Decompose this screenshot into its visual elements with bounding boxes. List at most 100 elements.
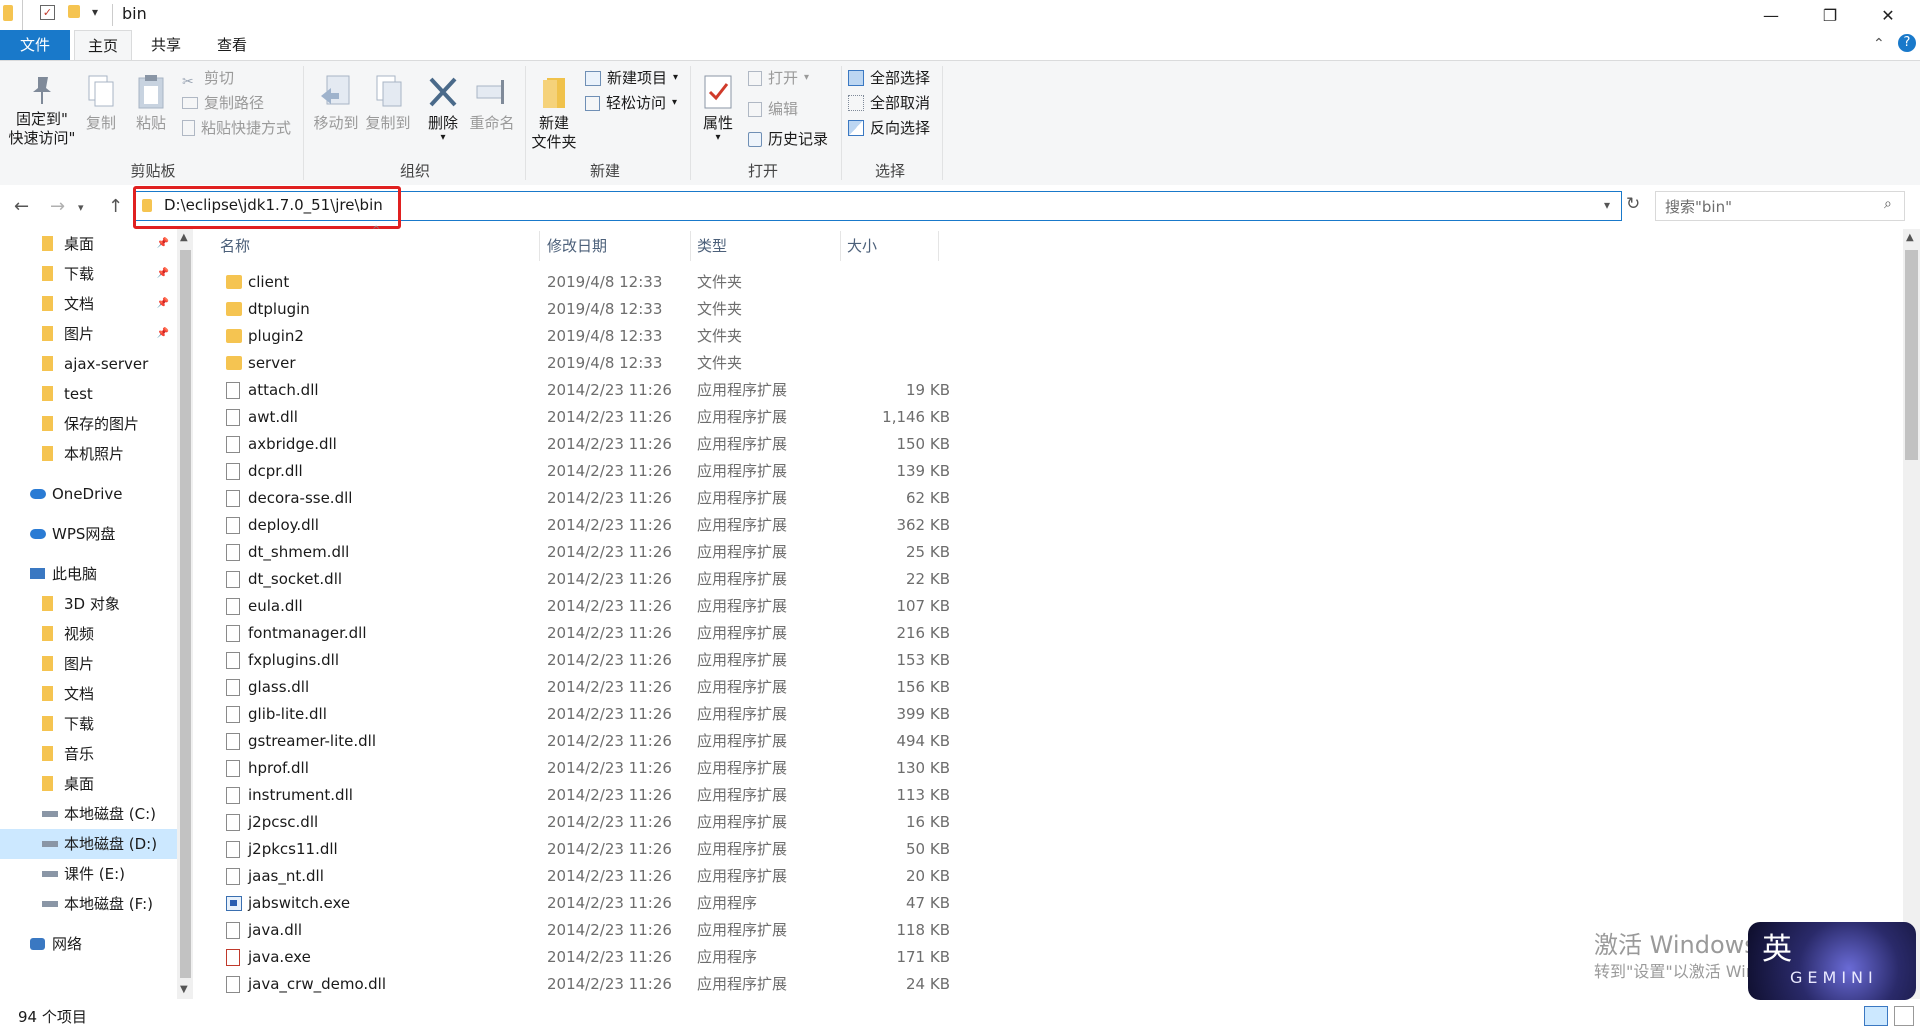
invert-selection-button[interactable]: 反向选择 bbox=[848, 116, 930, 140]
file-row[interactable]: java.exe 2014/2/23 11:26 应用程序 171 KB bbox=[218, 944, 950, 971]
collapse-ribbon-icon[interactable]: ⌃ bbox=[1873, 36, 1885, 52]
sidebar-item[interactable]: 文档 📌 bbox=[0, 289, 177, 319]
sidebar-item[interactable]: 本机照片 bbox=[0, 439, 177, 469]
sidebar-item[interactable]: 网络 bbox=[0, 929, 177, 959]
file-row[interactable]: j2pkcs11.dll 2014/2/23 11:26 应用程序扩展 50 KB bbox=[218, 836, 950, 863]
properties-quick-icon[interactable]: ✓ bbox=[40, 5, 55, 20]
scroll-up-arrow-icon[interactable]: ▲ bbox=[180, 232, 188, 243]
copy-button[interactable]: 复制 bbox=[80, 64, 122, 133]
new-item-button[interactable]: 新建项目 ▾ bbox=[585, 66, 678, 90]
column-divider[interactable] bbox=[690, 231, 691, 261]
file-row[interactable]: fxplugins.dll 2014/2/23 11:26 应用程序扩展 153 KB bbox=[218, 647, 950, 674]
sidebar-item[interactable]: 视频 bbox=[0, 619, 177, 649]
move-to-button[interactable]: 移动到 bbox=[310, 64, 362, 133]
customize-quick-access-icon[interactable]: ▾ bbox=[92, 5, 98, 19]
copy-path-button[interactable]: 复制路径 bbox=[182, 91, 264, 115]
file-row[interactable]: eula.dll 2014/2/23 11:26 应用程序扩展 107 KB bbox=[218, 593, 950, 620]
edit-button[interactable]: 编辑 bbox=[748, 97, 798, 121]
sidebar-item[interactable]: 桌面 bbox=[0, 769, 177, 799]
file-row[interactable]: decora-sse.dll 2014/2/23 11:26 应用程序扩展 62 KB bbox=[218, 485, 950, 512]
search-icon[interactable]: ⌕ bbox=[1884, 196, 1892, 212]
file-row[interactable]: java.dll 2014/2/23 11:26 应用程序扩展 118 KB bbox=[218, 917, 950, 944]
sidebar-item[interactable]: 图片 bbox=[0, 649, 177, 679]
refresh-icon[interactable]: ↻ bbox=[1626, 194, 1640, 214]
new-folder-button[interactable]: 新建 文件夹 bbox=[528, 64, 580, 152]
column-header-name[interactable]: 名称 bbox=[220, 231, 250, 261]
sidebar-item[interactable]: 保存的图片 bbox=[0, 409, 177, 439]
file-scrollbar-thumb[interactable] bbox=[1905, 250, 1918, 460]
file-row[interactable]: hprof.dll 2014/2/23 11:26 应用程序扩展 130 KB bbox=[218, 755, 950, 782]
cut-button[interactable]: ✂ 剪切 bbox=[182, 66, 234, 90]
file-row[interactable]: deploy.dll 2014/2/23 11:26 应用程序扩展 362 KB bbox=[218, 512, 950, 539]
scroll-down-arrow-icon[interactable]: ▼ bbox=[180, 984, 188, 995]
file-row[interactable]: java_crw_demo.dll 2014/2/23 11:26 应用程序扩展 24… bbox=[218, 971, 950, 998]
file-row[interactable]: dt_shmem.dll 2014/2/23 11:26 应用程序扩展 25 KB bbox=[218, 539, 950, 566]
select-all-button[interactable]: 全部选择 bbox=[848, 66, 930, 90]
file-row[interactable]: plugin2 2019/4/8 12:33 文件夹 bbox=[218, 323, 938, 350]
maximize-button[interactable]: ❐ bbox=[1800, 0, 1860, 30]
sidebar-item[interactable]: ajax-server bbox=[0, 349, 177, 379]
sidebar-item[interactable]: 桌面 📌 bbox=[0, 229, 177, 259]
recent-locations-icon[interactable]: ▾ bbox=[78, 201, 84, 214]
file-row[interactable]: fontmanager.dll 2014/2/23 11:26 应用程序扩展 216 … bbox=[218, 620, 950, 647]
file-row[interactable]: dcpr.dll 2014/2/23 11:26 应用程序扩展 139 KB bbox=[218, 458, 950, 485]
file-row[interactable]: attach.dll 2014/2/23 11:26 应用程序扩展 19 KB bbox=[218, 377, 950, 404]
file-row[interactable]: gstreamer-lite.dll 2014/2/23 11:26 应用程序扩展 4… bbox=[218, 728, 950, 755]
delete-button[interactable]: 删除 ▾ bbox=[420, 64, 466, 143]
sidebar-item[interactable]: 文档 bbox=[0, 679, 177, 709]
details-view-icon[interactable] bbox=[1864, 1006, 1888, 1026]
select-none-button[interactable]: 全部取消 bbox=[848, 91, 930, 115]
sidebar-item[interactable]: 本地磁盘 (D:) bbox=[0, 829, 177, 859]
sidebar-item[interactable]: 3D 对象 bbox=[0, 589, 177, 619]
address-dropdown-icon[interactable]: ▾ bbox=[1604, 198, 1610, 212]
sidebar-item[interactable]: 下载 📌 bbox=[0, 259, 177, 289]
delete-dropdown-icon[interactable]: ▾ bbox=[420, 133, 466, 143]
file-row[interactable]: server 2019/4/8 12:33 文件夹 bbox=[218, 350, 938, 377]
rename-button[interactable]: 重命名 bbox=[466, 64, 518, 133]
sidebar-item[interactable]: test bbox=[0, 379, 177, 409]
sidebar-item[interactable]: 本地磁盘 (F:) bbox=[0, 889, 177, 919]
sidebar-item[interactable]: 本地磁盘 (C:) bbox=[0, 799, 177, 829]
search-input[interactable]: 搜索"bin" bbox=[1665, 196, 1732, 217]
file-row[interactable]: dt_socket.dll 2014/2/23 11:26 应用程序扩展 22 KB bbox=[218, 566, 950, 593]
scroll-up-arrow-icon[interactable]: ▲ bbox=[1906, 232, 1914, 243]
history-button[interactable]: 历史记录 bbox=[748, 127, 828, 151]
forward-arrow-icon[interactable]: → bbox=[50, 196, 65, 217]
open-button[interactable]: 打开 ▾ bbox=[748, 66, 809, 90]
file-row[interactable]: client 2019/4/8 12:33 文件夹 bbox=[218, 269, 938, 296]
column-header-date[interactable]: 修改日期 bbox=[547, 231, 607, 261]
tab-file[interactable]: 文件 bbox=[0, 30, 70, 60]
tab-share[interactable]: 共享 bbox=[136, 30, 196, 60]
file-row[interactable]: j2pcsc.dll 2014/2/23 11:26 应用程序扩展 16 KB bbox=[218, 809, 950, 836]
help-icon[interactable]: ? bbox=[1898, 34, 1916, 52]
easy-access-button[interactable]: 轻松访问 ▾ bbox=[585, 91, 677, 115]
column-header-type[interactable]: 类型 bbox=[697, 231, 727, 261]
minimize-button[interactable]: — bbox=[1741, 0, 1801, 30]
pin-quick-access-button[interactable]: 固定到" 快速访问" bbox=[4, 64, 80, 148]
file-row[interactable]: awt.dll 2014/2/23 11:26 应用程序扩展 1,146 KB bbox=[218, 404, 950, 431]
file-row[interactable]: jaas_nt.dll 2014/2/23 11:26 应用程序扩展 20 KB bbox=[218, 863, 950, 890]
file-row[interactable]: glass.dll 2014/2/23 11:26 应用程序扩展 156 KB bbox=[218, 674, 950, 701]
paste-shortcut-button[interactable]: 粘贴快捷方式 bbox=[182, 116, 291, 140]
file-row[interactable]: dtplugin 2019/4/8 12:33 文件夹 bbox=[218, 296, 938, 323]
new-folder-quick-icon[interactable] bbox=[68, 5, 80, 18]
close-button[interactable]: ✕ bbox=[1858, 0, 1918, 30]
up-arrow-icon[interactable]: ↑ bbox=[108, 196, 123, 217]
nav-scrollbar-thumb[interactable] bbox=[180, 250, 191, 978]
sidebar-item[interactable]: 音乐 bbox=[0, 739, 177, 769]
large-icons-view-icon[interactable] bbox=[1894, 1006, 1914, 1026]
sidebar-item[interactable]: 课件 (E:) bbox=[0, 859, 177, 889]
copy-to-button[interactable]: 复制到 bbox=[362, 64, 414, 133]
file-row[interactable]: instrument.dll 2014/2/23 11:26 应用程序扩展 113 K… bbox=[218, 782, 950, 809]
file-row[interactable]: jabswitch.exe 2014/2/23 11:26 应用程序 47 KB bbox=[218, 890, 950, 917]
tab-view[interactable]: 查看 bbox=[200, 30, 264, 60]
sidebar-item[interactable]: 此电脑 bbox=[0, 559, 177, 589]
back-arrow-icon[interactable]: ← bbox=[14, 196, 29, 217]
tab-home[interactable]: 主页 bbox=[74, 30, 132, 61]
properties-dropdown-icon[interactable]: ▾ bbox=[694, 133, 742, 143]
sidebar-item[interactable]: WPS网盘 bbox=[0, 519, 177, 549]
file-row[interactable]: axbridge.dll 2014/2/23 11:26 应用程序扩展 150 KB bbox=[218, 431, 950, 458]
sidebar-item[interactable]: 下载 bbox=[0, 709, 177, 739]
sidebar-item[interactable]: 图片 📌 bbox=[0, 319, 177, 349]
column-header-size[interactable]: 大小 bbox=[847, 231, 877, 261]
